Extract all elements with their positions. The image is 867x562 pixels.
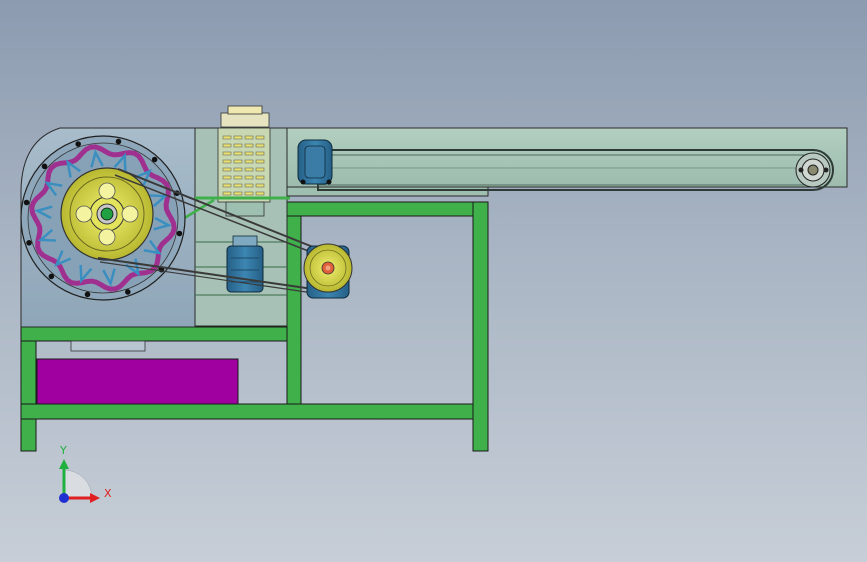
screw-tooth — [233, 167, 243, 172]
conveyor-drive-motor[interactable] — [297, 139, 333, 185]
main-drive-pulley[interactable] — [303, 243, 353, 299]
frame-leg-right — [472, 201, 489, 452]
conveyor-tail-pulley[interactable] — [795, 152, 831, 188]
machine-drawing[interactable]: X Y — [0, 0, 867, 562]
motor-box[interactable] — [36, 358, 239, 405]
screw-tooth — [244, 151, 254, 156]
y-axis-label: Y — [59, 444, 67, 457]
screw-tooth — [244, 135, 254, 140]
screw-tooth — [222, 151, 232, 156]
rotor-bolt — [41, 163, 48, 170]
screw-tooth — [255, 151, 265, 156]
screw-tooth — [255, 183, 265, 188]
screw-tooth — [222, 167, 232, 172]
belt-conveyor[interactable] — [286, 127, 848, 197]
flywheel-hole — [98, 228, 116, 246]
screw-tooth — [255, 159, 265, 164]
screw-tooth — [233, 143, 243, 148]
screw-tooth — [222, 135, 232, 140]
rotor-bolt — [48, 273, 55, 280]
rotor-bolt — [176, 230, 183, 237]
rotor-bolt — [75, 141, 81, 147]
frame-leg-middle — [286, 201, 302, 405]
screw-tooth — [233, 159, 243, 164]
frame-bottom-rail — [20, 403, 474, 420]
screw-tooth — [255, 167, 265, 172]
x-axis-label: X — [104, 487, 112, 500]
housing-foot-plate — [70, 340, 146, 352]
screw-tooth — [255, 143, 265, 148]
cad-viewport[interactable]: X Y — [0, 0, 867, 562]
screw-tooth — [244, 167, 254, 172]
screw-tooth — [233, 183, 243, 188]
screw-tooth — [244, 175, 254, 180]
frame-top-rail-right — [286, 201, 489, 217]
rotor-bolt — [125, 289, 131, 295]
flywheel-hole — [75, 205, 93, 223]
screw-tooth — [244, 183, 254, 188]
z-axis-dot — [59, 493, 69, 503]
rotor-bolt — [115, 138, 122, 145]
screw-tooth — [244, 143, 254, 148]
screw-tooth — [255, 135, 265, 140]
screw-tooth — [222, 159, 232, 164]
rotor-bolt — [151, 156, 158, 163]
conveyor-frame — [286, 127, 848, 188]
screw-tooth — [222, 191, 232, 196]
screw-tooth — [233, 175, 243, 180]
screw-tooth — [244, 159, 254, 164]
flywheel[interactable] — [60, 167, 154, 261]
screw-tooth — [255, 175, 265, 180]
frame-leg-left — [20, 326, 37, 452]
flywheel-hole — [121, 205, 139, 223]
rotor-bolt — [23, 199, 30, 206]
screw-tooth — [233, 151, 243, 156]
screw-tooth — [244, 191, 254, 196]
screw-tooth — [255, 191, 265, 196]
screw-tooth — [222, 143, 232, 148]
screw-tooth — [222, 183, 232, 188]
rotor-bolt — [26, 240, 32, 246]
screw-tooth — [222, 175, 232, 180]
coordinate-triad: X Y — [59, 444, 112, 503]
screw-tooth — [233, 191, 243, 196]
flywheel-hole — [98, 182, 116, 200]
frame-top-rail-left — [20, 326, 288, 342]
screw-tooth — [233, 135, 243, 140]
rotor-bolt — [84, 291, 91, 298]
